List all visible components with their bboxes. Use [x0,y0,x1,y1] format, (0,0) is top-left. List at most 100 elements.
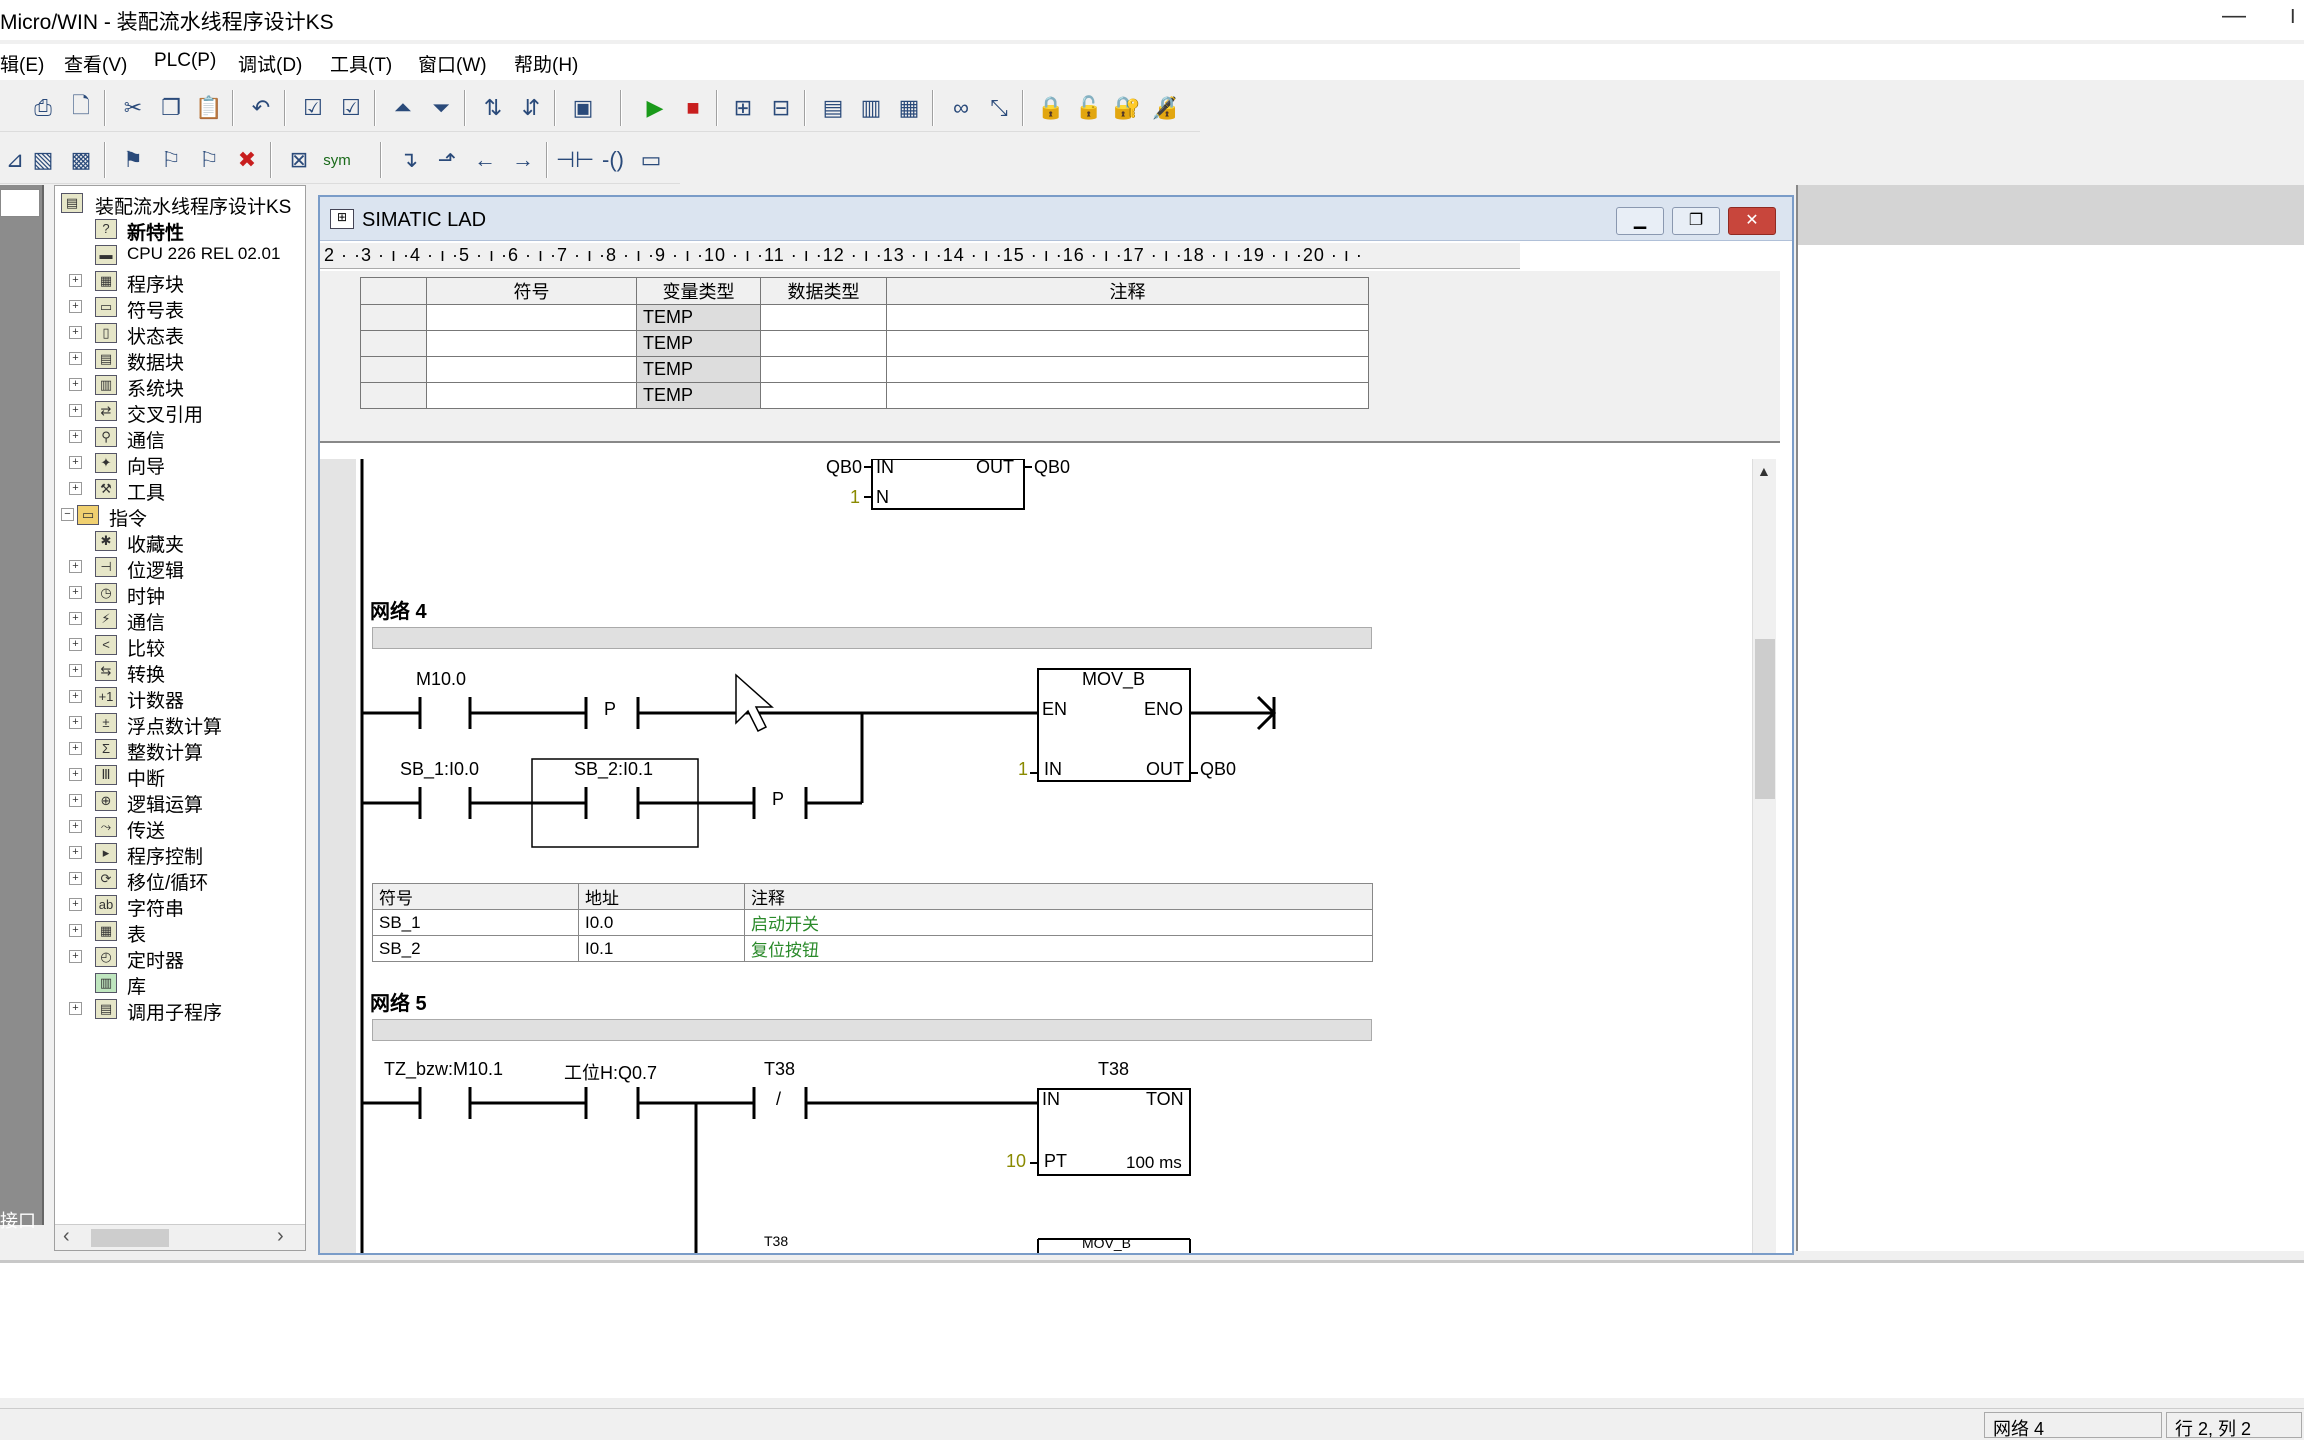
next-bookmark-icon[interactable]: ⚐ [156,145,186,175]
tree-instr-string[interactable]: + ab 字符串 [55,892,305,920]
paste-icon[interactable]: 📋 [194,93,224,123]
tree-call-subroutine[interactable]: + ▤ 调用子程序 [55,996,305,1024]
fbd-view-icon[interactable]: ▩ [66,145,96,175]
print-icon[interactable]: ⎙ [28,93,58,123]
remove-bookmarks-icon[interactable]: ✖ [232,145,262,175]
network-5-title[interactable]: 网络 5 [370,987,427,1016]
tree-instr-counter[interactable]: + +1 计数器 [55,684,305,712]
line-up-icon[interactable]: ⬏ [432,145,462,175]
single-read-icon[interactable]: ▥ [856,93,886,123]
symbol-apply-icon[interactable]: ⊠ [284,145,314,175]
expand-icon[interactable]: + [69,794,82,807]
compile-all-icon[interactable]: ☑ [336,93,366,123]
tree-instr-program-control[interactable]: + ▸ 程序控制 [55,840,305,868]
expand-icon[interactable]: + [69,586,82,599]
expand-icon[interactable]: + [69,924,82,937]
close-button[interactable]: I [2290,6,2296,29]
mov-b-out-address[interactable]: QB0 [1200,759,1236,780]
network-5-comment[interactable] [372,1019,1372,1041]
menu-view[interactable]: 查看(V) [64,50,127,77]
expand-icon[interactable]: + [69,820,82,833]
expand-icon[interactable]: + [69,638,82,651]
tree-instructions[interactable]: − ▭ 指令 [55,502,305,530]
positive-edge-1[interactable]: P [604,699,616,720]
scroll-thumb[interactable] [91,1229,169,1247]
prev-bookmark-icon[interactable]: ⚐ [194,145,224,175]
tree-favorites[interactable]: ✱ 收藏夹 [55,528,305,556]
expand-icon[interactable]: + [69,664,82,677]
menu-window[interactable]: 窗口(W) [418,50,487,77]
scroll-left-icon[interactable]: ‹ [63,1225,70,1248]
positive-edge-2[interactable]: P [772,789,784,810]
ladder-editor[interactable]: QB0 IN OUT QB0 1 N 网络 4 M10.0 P SB_1:I0.… [320,457,1776,1253]
menu-debug[interactable]: 调试(D) [238,50,302,77]
expand-icon[interactable]: + [69,404,82,417]
tree-instr-communication[interactable]: + ⚡ 通信 [55,606,305,634]
tree-instr-convert[interactable]: + ⇆ 转换 [55,658,305,686]
line-left-icon[interactable]: ← [470,145,500,175]
print-preview-icon[interactable]: 🗋 [66,93,96,123]
sort-desc-icon[interactable]: ⇵ [516,93,546,123]
force-icon[interactable]: 🔒 [1036,93,1066,123]
expand-icon[interactable]: + [69,768,82,781]
menu-tools[interactable]: 工具(T) [330,50,392,77]
tree-root[interactable]: ▤ 装配流水线程序设计KS [55,190,305,218]
box-icon[interactable]: ▭ [636,145,666,175]
expand-icon[interactable]: + [69,690,82,703]
unforce-icon[interactable]: ⤡ [984,93,1014,123]
expand-icon[interactable]: + [69,274,82,287]
minimize-button[interactable]: — [2222,2,2246,30]
line-down-icon[interactable]: ↴ [394,145,424,175]
next-contact[interactable]: T38 [764,1233,788,1251]
contact-m10-0[interactable]: M10.0 [416,669,466,690]
coil-icon[interactable]: -() [598,145,628,175]
expand-icon[interactable]: + [69,326,82,339]
ladder-view-icon[interactable]: ▧ [28,145,58,175]
contact-t38[interactable]: T38 [764,1059,795,1080]
mov-b-in-value[interactable]: 1 [1018,759,1028,780]
unforce-all-icon[interactable]: 🔓 [1074,93,1104,123]
network-4-title[interactable]: 网络 4 [370,595,427,624]
editor-vertical-scrollbar[interactable]: ▲ [1752,459,1776,1253]
tree-instr-integer-math[interactable]: + Σ 整数计算 [55,736,305,764]
nav-interface-label[interactable]: 接口 [0,1207,36,1233]
tree-item-symbol-table[interactable]: + ▭ 符号表 [55,294,305,322]
tree-instr-timer[interactable]: + ◴ 定时器 [55,944,305,972]
tree-item-status-table[interactable]: + ▯ 状态表 [55,320,305,348]
expand-icon[interactable]: + [69,560,82,573]
top-block-out-address[interactable]: QB0 [1034,457,1070,478]
nav-top-button[interactable] [0,189,40,217]
undo-icon[interactable]: ↶ [246,93,276,123]
collapse-icon[interactable]: − [61,508,74,521]
upload-icon[interactable]: ⏶ [388,93,418,123]
menu-plc[interactable]: PLC(P) [154,50,216,72]
run-icon[interactable]: ▶ [640,93,670,123]
expand-icon[interactable]: + [69,898,82,911]
menu-help[interactable]: 帮助(H) [514,50,578,77]
expand-icon[interactable]: + [69,482,82,495]
tree-features[interactable]: ? 新特性 [55,216,305,244]
pause-status-icon[interactable]: ⊟ [766,93,796,123]
expand-icon[interactable]: + [69,612,82,625]
tree-item-program-block[interactable]: + ▦ 程序块 [55,268,305,296]
lad-restore-button[interactable]: ❐ [1672,207,1720,235]
tree-instr-bit-logic[interactable]: + ⊣ 位逻辑 [55,554,305,582]
tree-item-communication[interactable]: + ⚲ 通信 [55,424,305,452]
tree-cpu[interactable]: ▬ CPU 226 REL 02.01 [55,242,305,268]
contact-tz-bzw[interactable]: TZ_bzw:M10.1 [384,1059,503,1080]
tree-horizontal-scrollbar[interactable]: ‹ › [55,1224,305,1250]
expand-icon[interactable]: + [69,872,82,885]
cut-icon[interactable]: ✂ [118,93,148,123]
expand-icon[interactable]: + [69,846,82,859]
tree-item-tools[interactable]: + ⚒ 工具 [55,476,305,504]
sort-asc-icon[interactable]: ⇅ [478,93,508,123]
expand-icon[interactable]: + [69,378,82,391]
tree-instr-table[interactable]: + ▦ 表 [55,918,305,946]
expand-icon[interactable]: + [69,456,82,469]
expand-icon[interactable]: + [69,716,82,729]
tree-item-system-block[interactable]: + ▥ 系统块 [55,372,305,400]
network-icon[interactable]: ⊿ [0,145,30,175]
menu-edit[interactable]: 辑(E) [0,50,44,77]
top-block-n-value[interactable]: 1 [850,487,860,508]
options-icon[interactable]: ▣ [568,93,598,123]
